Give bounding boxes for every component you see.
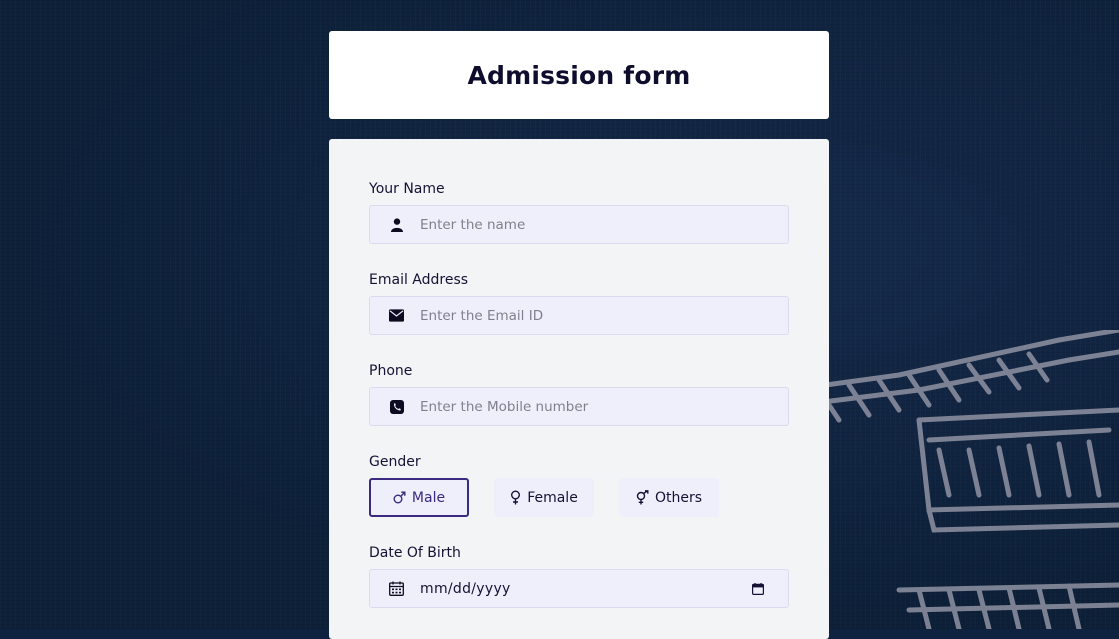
dob-input[interactable]: mm/dd/yyyy: [420, 581, 752, 597]
gender-option-label: Female: [527, 489, 578, 506]
admission-form: Your Name Email Address Phone Gender Mal…: [329, 139, 829, 639]
name-label: Your Name: [369, 181, 445, 197]
gender-option-others[interactable]: Others: [619, 478, 719, 517]
email-label: Email Address: [369, 272, 469, 288]
user-icon: [389, 217, 404, 232]
gender-option-male[interactable]: Male: [369, 478, 469, 517]
female-symbol-icon: [510, 490, 521, 505]
email-field-container: [369, 296, 789, 335]
calendar-picker-icon[interactable]: [752, 582, 764, 595]
phone-input[interactable]: [420, 398, 788, 415]
male-symbol-icon: [393, 491, 406, 504]
dob-label: Date Of Birth: [369, 545, 461, 561]
gender-option-label: Male: [411, 489, 446, 506]
envelope-icon: [389, 308, 404, 323]
gender-options: Male Female Others: [369, 478, 744, 517]
name-input[interactable]: [420, 216, 788, 233]
email-input[interactable]: [420, 307, 788, 324]
phone-label: Phone: [369, 363, 413, 379]
graduation-cap-sketch-illustration: [779, 330, 1119, 629]
transgender-symbol-icon: [636, 490, 649, 505]
dob-field[interactable]: mm/dd/yyyy: [369, 569, 789, 608]
form-header-card: Admission form: [329, 31, 829, 119]
name-field-container: [369, 205, 789, 244]
gender-option-female[interactable]: Female: [494, 478, 594, 517]
gender-option-label: Others: [654, 489, 703, 506]
gender-label: Gender: [369, 454, 421, 470]
phone-icon: [389, 399, 404, 414]
page-title: Admission form: [467, 60, 691, 90]
calendar-icon: [389, 581, 404, 596]
phone-field-container: [369, 387, 789, 426]
